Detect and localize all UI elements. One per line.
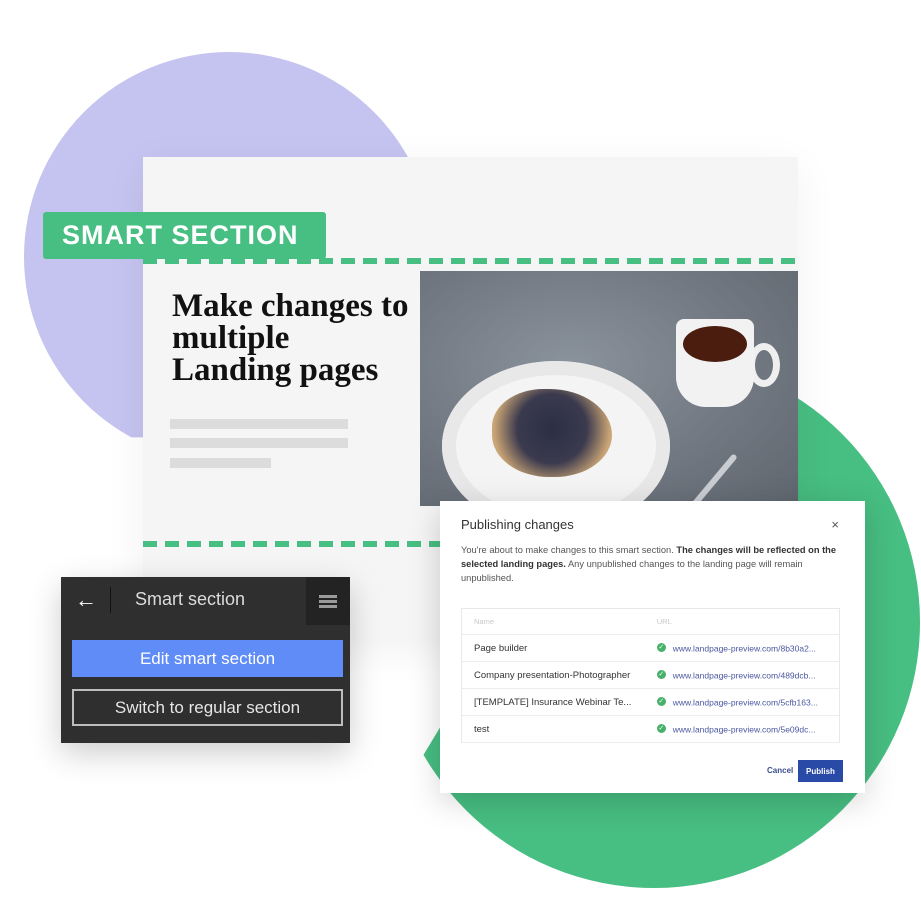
table-row[interactable]: Page builder ✓ www.landpage-preview.com/8… xyxy=(461,634,840,662)
fork-shape xyxy=(688,453,738,506)
divider xyxy=(110,587,111,613)
smart-section-bottom-border xyxy=(143,541,443,547)
check-circle-icon: ✓ xyxy=(656,643,666,653)
page-name: Company presentation-Photographer xyxy=(461,661,653,689)
tea-shape xyxy=(683,326,747,362)
landing-headline: Make changes to multiple Landing pages xyxy=(172,288,409,388)
page-url-cell: ✓ www.landpage-preview.com/5cfb163... xyxy=(652,688,840,716)
editor-panel-title: Smart section xyxy=(135,589,246,609)
dialog-title: Publishing changes xyxy=(461,517,574,532)
column-header-url: URL xyxy=(652,608,840,635)
page-url-link[interactable]: www.landpage-preview.com/5e09dc... xyxy=(673,724,816,734)
page-url-cell: ✓ www.landpage-preview.com/489dcb... xyxy=(652,661,840,689)
publish-button[interactable]: Publish xyxy=(798,760,843,782)
table-header-row: Name URL xyxy=(461,608,840,635)
text-placeholder-line xyxy=(170,419,348,429)
edit-smart-section-button[interactable]: Edit smart section xyxy=(72,640,343,677)
column-header-name: Name xyxy=(461,608,653,635)
page-name: test xyxy=(461,715,653,743)
arrow-left-icon[interactable]: ← xyxy=(73,587,99,613)
page-url-cell: ✓ www.landpage-preview.com/8b30a2... xyxy=(652,634,840,662)
text-placeholder-line xyxy=(170,458,271,468)
cancel-button[interactable]: Cancel xyxy=(761,765,799,776)
smart-section-editor-panel: ← Smart section Edit smart section Switc… xyxy=(61,577,350,743)
list-icon[interactable] xyxy=(306,577,350,625)
dialog-description-intro: You're about to make changes to this sma… xyxy=(461,545,677,555)
smart-section-badge: SMART SECTION xyxy=(43,212,326,259)
dialog-description: You're about to make changes to this sma… xyxy=(461,543,846,585)
page-url-link[interactable]: www.landpage-preview.com/5cfb163... xyxy=(673,697,818,707)
check-circle-icon: ✓ xyxy=(656,670,666,680)
check-circle-icon: ✓ xyxy=(656,697,666,707)
table-row[interactable]: Company presentation-Photographer ✓ www.l… xyxy=(461,661,840,689)
table-row[interactable]: test ✓ www.landpage-preview.com/5e09dc... xyxy=(461,715,840,743)
page-url-link[interactable]: www.landpage-preview.com/489dcb... xyxy=(673,670,816,680)
text-placeholder-line xyxy=(170,438,348,448)
page-url-cell: ✓ www.landpage-preview.com/5e09dc... xyxy=(652,715,840,743)
table-row[interactable]: [TEMPLATE] Insurance Webinar Te... ✓ www.… xyxy=(461,688,840,716)
dessert-and-tea-photo xyxy=(420,271,798,506)
pastry-shape xyxy=(492,389,612,477)
publishing-changes-dialog: Publishing changes × You're about to mak… xyxy=(440,501,865,793)
close-icon[interactable]: × xyxy=(831,517,839,532)
switch-to-regular-section-button[interactable]: Switch to regular section xyxy=(72,689,343,726)
page-name: [TEMPLATE] Insurance Webinar Te... xyxy=(461,688,653,716)
check-circle-icon: ✓ xyxy=(656,724,666,734)
page-url-link[interactable]: www.landpage-preview.com/8b30a2... xyxy=(673,643,816,653)
page-name: Page builder xyxy=(461,634,653,662)
landing-pages-table: Name URL Page builder ✓ www.landpage-prev… xyxy=(461,608,840,743)
